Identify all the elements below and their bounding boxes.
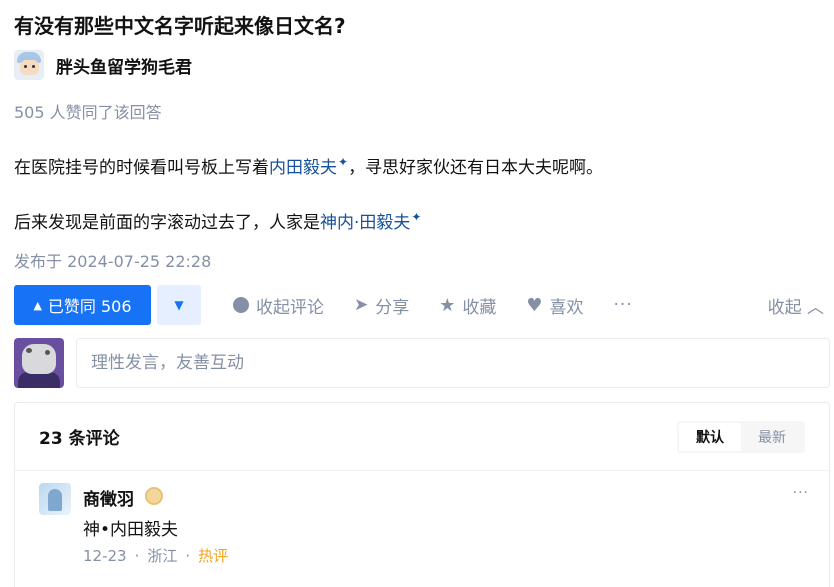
keyword-link[interactable]: 内田毅夫✦ [269,155,349,178]
comment-bubble-icon [233,297,249,313]
comments-panel: 23 条评论 默认 最新 商徵羽 ··· 神•内田毅夫 12-23 · 浙江 · 热评 [14,402,830,587]
badge-icon [145,487,163,505]
paper-plane-icon: ➤ [354,295,369,315]
author-info: 胖头鱼留学狗毛君 [14,50,192,80]
paragraph-text: 后来发现是前面的字滚动过去了，人家是 [14,213,320,233]
paragraph-text: 在医院挂号的时候看叫号板上写着 [14,158,269,178]
favorite-button[interactable]: ★ 收藏 [439,293,496,318]
author-name[interactable]: 胖头鱼留学狗毛君 [56,53,192,78]
comment-input[interactable] [76,338,830,388]
sort-latest-tab[interactable]: 最新 [741,423,803,451]
meta-separator: · [185,547,191,565]
meta-separator: · [134,547,140,565]
question-title[interactable]: 有没有那些中文名字听起来像日文名? [14,10,346,39]
collapse-comments-button[interactable]: 收起评论 [233,293,324,318]
like-button[interactable]: ♥ 喜欢 [526,293,583,318]
author-avatar[interactable] [14,50,44,80]
comment-location: 浙江 [147,547,178,565]
more-options-button[interactable]: ··· [614,295,633,315]
search-spark-icon: ✦ [411,210,422,225]
share-button[interactable]: ➤ 分享 [354,293,409,318]
current-user-avatar[interactable] [14,338,64,388]
sort-default-tab[interactable]: 默认 [679,423,741,451]
upvote-button[interactable]: ▲ 已赞同 506 [14,285,151,325]
commenter-avatar[interactable] [39,483,71,515]
answer-paragraph: 后来发现是前面的字滚动过去了，人家是神内·田毅夫✦ [14,208,421,233]
star-icon: ★ [439,294,456,316]
comment-label: 收起评论 [256,297,324,318]
vote-count-text: 505 人赞同了该回答 [14,103,162,122]
like-label: 喜欢 [549,297,584,318]
commenter-name[interactable]: 商徵羽 [83,485,134,510]
downvote-button[interactable]: ▼ [157,285,201,325]
collapse-answer-button[interactable]: 收起 ︿ [768,293,824,318]
publish-time: 发布于 2024-07-25 22:28 [14,252,212,271]
heart-icon: ♥ [526,294,543,316]
comment-date: 12-23 [83,547,127,565]
share-label: 分享 [375,297,410,318]
upvote-label: 已赞同 506 [47,297,132,316]
downvote-triangle-icon: ▼ [174,298,184,312]
comment-text: 神•内田毅夫 [83,520,179,540]
sort-switch: 默认 最新 [677,421,805,453]
action-bar: ▲ 已赞同 506 ▼ 收起评论 ➤ 分享 ★ 收藏 ♥ 喜欢 ··· 收起 ︿ [14,285,830,325]
hot-comment-tag: 热评 [198,547,229,565]
answer-paragraph: 在医院挂号的时候看叫号板上写着内田毅夫✦，寻思好家伙还有日本大夫呢啊。 [14,153,603,178]
comment-more-button[interactable]: ··· [793,485,809,501]
reply-box [14,338,830,388]
comment-count: 23 条评论 [39,429,120,449]
comments-header: 23 条评论 默认 最新 [15,403,829,471]
keyword-link[interactable]: 神内·田毅夫✦ [320,210,422,233]
paragraph-text: ，寻思好家伙还有日本大夫呢啊。 [348,158,604,178]
favorite-label: 收藏 [462,297,497,318]
upvote-triangle-icon: ▲ [33,298,42,312]
search-spark-icon: ✦ [338,155,349,170]
comment-meta: 12-23 · 浙江 · 热评 [83,545,228,566]
